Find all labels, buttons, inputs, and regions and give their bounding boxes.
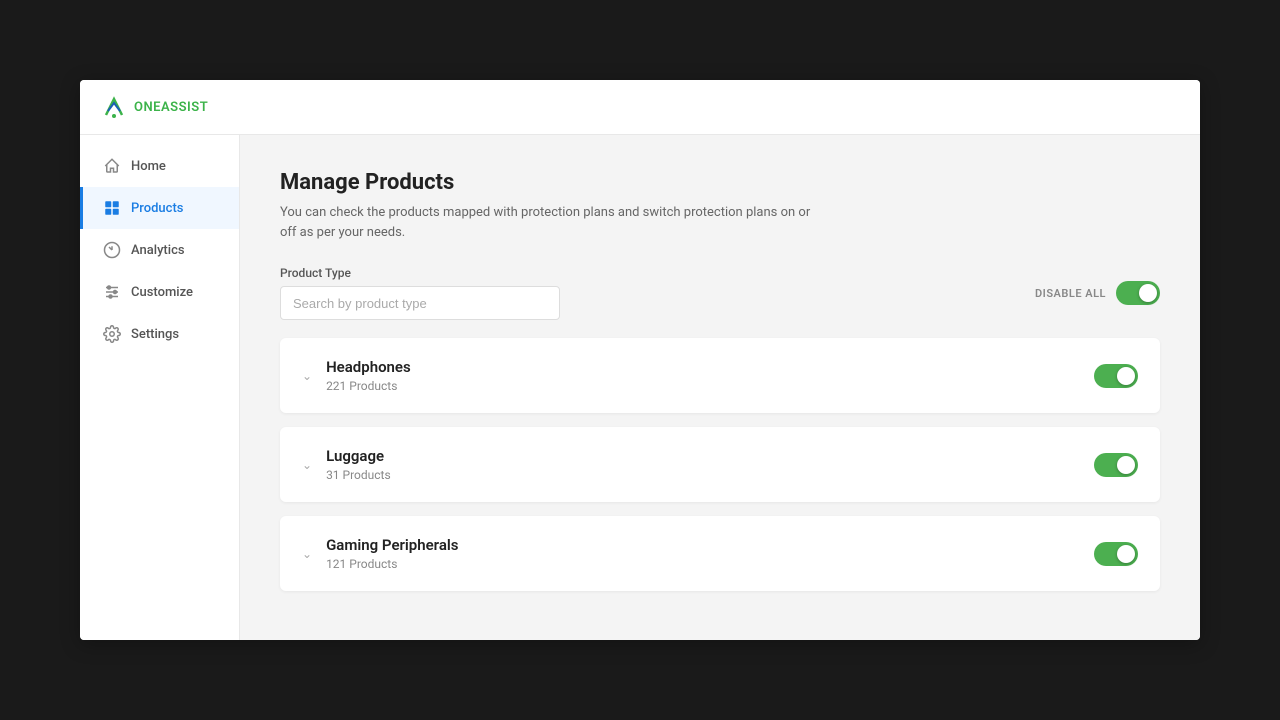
product-count-headphones: 221 Products — [326, 379, 1080, 393]
logo-text: OneAssist — [134, 100, 208, 115]
products-icon — [103, 199, 121, 217]
product-name-luggage: Luggage — [326, 447, 1080, 465]
disable-all-label: DISABLE ALL — [1035, 287, 1106, 300]
header: OneAssist — [80, 80, 1200, 135]
filter-row: Product Type DISABLE ALL — [280, 266, 1160, 320]
toggle-luggage[interactable] — [1094, 453, 1138, 477]
sidebar-item-settings[interactable]: Settings — [80, 313, 239, 355]
sidebar-item-products[interactable]: Products — [80, 187, 239, 229]
logo-area: OneAssist — [100, 93, 208, 121]
filter-left: Product Type — [280, 266, 560, 320]
sidebar-item-home[interactable]: Home — [80, 145, 239, 187]
product-card-gaming-peripherals: ⌄ Gaming Peripherals 121 Products — [280, 516, 1160, 591]
search-input[interactable] — [280, 286, 560, 320]
product-info-luggage: Luggage 31 Products — [326, 447, 1080, 482]
app-window: OneAssist Home Products — [80, 80, 1200, 640]
product-info-headphones: Headphones 221 Products — [326, 358, 1080, 393]
product-card-headphones: ⌄ Headphones 221 Products — [280, 338, 1160, 413]
product-type-label: Product Type — [280, 266, 560, 280]
sidebar-item-products-label: Products — [131, 201, 183, 216]
product-info-gaming-peripherals: Gaming Peripherals 121 Products — [326, 536, 1080, 571]
body-layout: Home Products Analytics Cu — [80, 135, 1200, 640]
disable-all-toggle[interactable] — [1116, 281, 1160, 305]
product-count-gaming-peripherals: 121 Products — [326, 557, 1080, 571]
sidebar-item-home-label: Home — [131, 159, 166, 174]
home-icon — [103, 157, 121, 175]
sidebar-item-analytics[interactable]: Analytics — [80, 229, 239, 271]
analytics-icon — [103, 241, 121, 259]
product-name-headphones: Headphones — [326, 358, 1080, 376]
chevron-down-icon-gaming[interactable]: ⌄ — [302, 547, 312, 561]
logo-icon — [100, 93, 128, 121]
product-card-luggage: ⌄ Luggage 31 Products — [280, 427, 1160, 502]
product-name-gaming-peripherals: Gaming Peripherals — [326, 536, 1080, 554]
page-description: You can check the products mapped with p… — [280, 203, 820, 242]
chevron-down-icon-luggage[interactable]: ⌄ — [302, 458, 312, 472]
sidebar-item-customize-label: Customize — [131, 285, 193, 300]
page-title: Manage Products — [280, 170, 1160, 195]
disable-all-row: DISABLE ALL — [1035, 281, 1160, 305]
main-content: Manage Products You can check the produc… — [240, 135, 1200, 640]
sidebar-item-customize[interactable]: Customize — [80, 271, 239, 313]
sidebar: Home Products Analytics Cu — [80, 135, 240, 640]
settings-icon — [103, 325, 121, 343]
customize-icon — [103, 283, 121, 301]
sidebar-item-settings-label: Settings — [131, 327, 179, 342]
chevron-down-icon-headphones[interactable]: ⌄ — [302, 369, 312, 383]
toggle-headphones[interactable] — [1094, 364, 1138, 388]
product-count-luggage: 31 Products — [326, 468, 1080, 482]
sidebar-item-analytics-label: Analytics — [131, 243, 185, 258]
toggle-gaming-peripherals[interactable] — [1094, 542, 1138, 566]
